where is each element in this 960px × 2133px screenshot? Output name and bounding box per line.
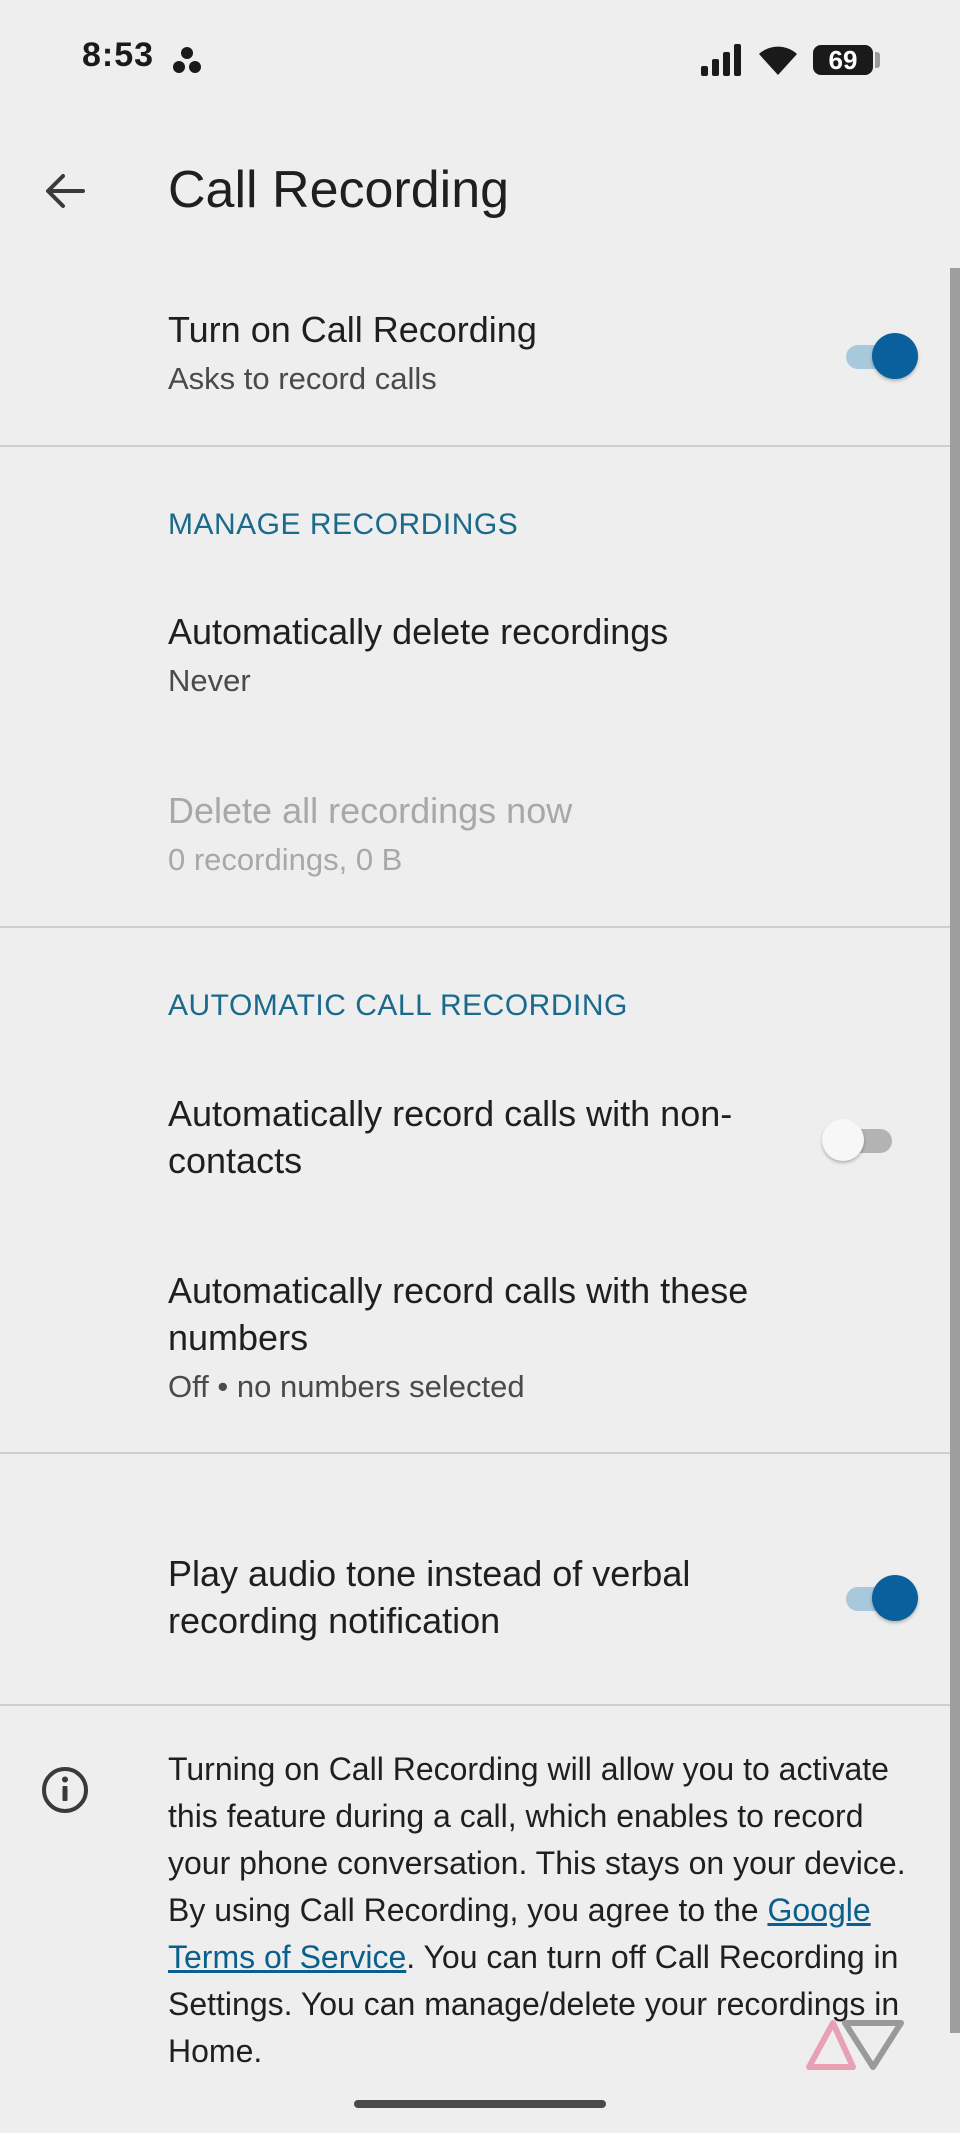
row-title: Play audio tone instead of verbal record… (168, 1553, 691, 1641)
row-subtitle: Off • no numbers selected (168, 1369, 525, 1404)
notification-dots-icon (173, 47, 201, 73)
toggle-thumb (872, 1575, 918, 1621)
section-header-manage: MANAGE RECORDINGS (168, 508, 519, 541)
turn-on-call-recording-row[interactable]: Turn on Call Recording Asks to record ca… (168, 306, 900, 399)
row-title: Turn on Call Recording (168, 309, 537, 350)
status-icons: 69 (701, 40, 880, 80)
scrollbar[interactable] (950, 268, 960, 2033)
row-title: Automatically delete recordings (168, 611, 669, 652)
row-title: Automatically record calls with these nu… (168, 1270, 749, 1358)
row-title: Delete all recordings now (168, 790, 573, 831)
row-title: Automatically record calls with non-cont… (168, 1093, 733, 1181)
arrow-back-icon (46, 174, 85, 208)
record-these-numbers-row[interactable]: Automatically record calls with these nu… (168, 1267, 820, 1407)
section-header-automatic: AUTOMATIC CALL RECORDING (168, 989, 628, 1022)
battery-icon: 69 (813, 45, 880, 75)
divider (0, 926, 950, 928)
toggle-thumb (822, 1119, 864, 1161)
app-bar: Call Recording (0, 130, 960, 260)
back-button[interactable] (34, 160, 96, 222)
row-subtitle: 0 recordings, 0 B (168, 842, 403, 877)
signal-icon (701, 44, 741, 76)
auto-delete-row[interactable]: Automatically delete recordings Never (168, 608, 900, 701)
row-subtitle: Never (168, 663, 251, 698)
divider (0, 1704, 950, 1706)
watermark-logo (806, 2020, 904, 2070)
record-non-contacts-row[interactable]: Automatically record calls with non-cont… (168, 1090, 790, 1184)
battery-level: 69 (813, 45, 873, 75)
page-title: Call Recording (168, 161, 510, 219)
status-bar: 8:53 69 (0, 0, 960, 120)
divider (0, 445, 950, 447)
row-subtitle: Asks to record calls (168, 361, 437, 396)
divider (0, 1452, 950, 1454)
delete-all-row: Delete all recordings now 0 recordings, … (168, 787, 900, 880)
wifi-icon (759, 46, 797, 75)
gesture-nav-handle[interactable] (354, 2100, 606, 2108)
info-icon (42, 1767, 88, 1813)
status-time: 8:53 (82, 36, 155, 74)
call-recording-toggle[interactable] (840, 330, 920, 380)
audio-tone-row[interactable]: Play audio tone instead of verbal record… (168, 1550, 790, 1644)
audio-tone-toggle[interactable] (840, 1572, 920, 1622)
non-contacts-toggle[interactable] (822, 1114, 902, 1164)
toggle-thumb (872, 333, 918, 379)
